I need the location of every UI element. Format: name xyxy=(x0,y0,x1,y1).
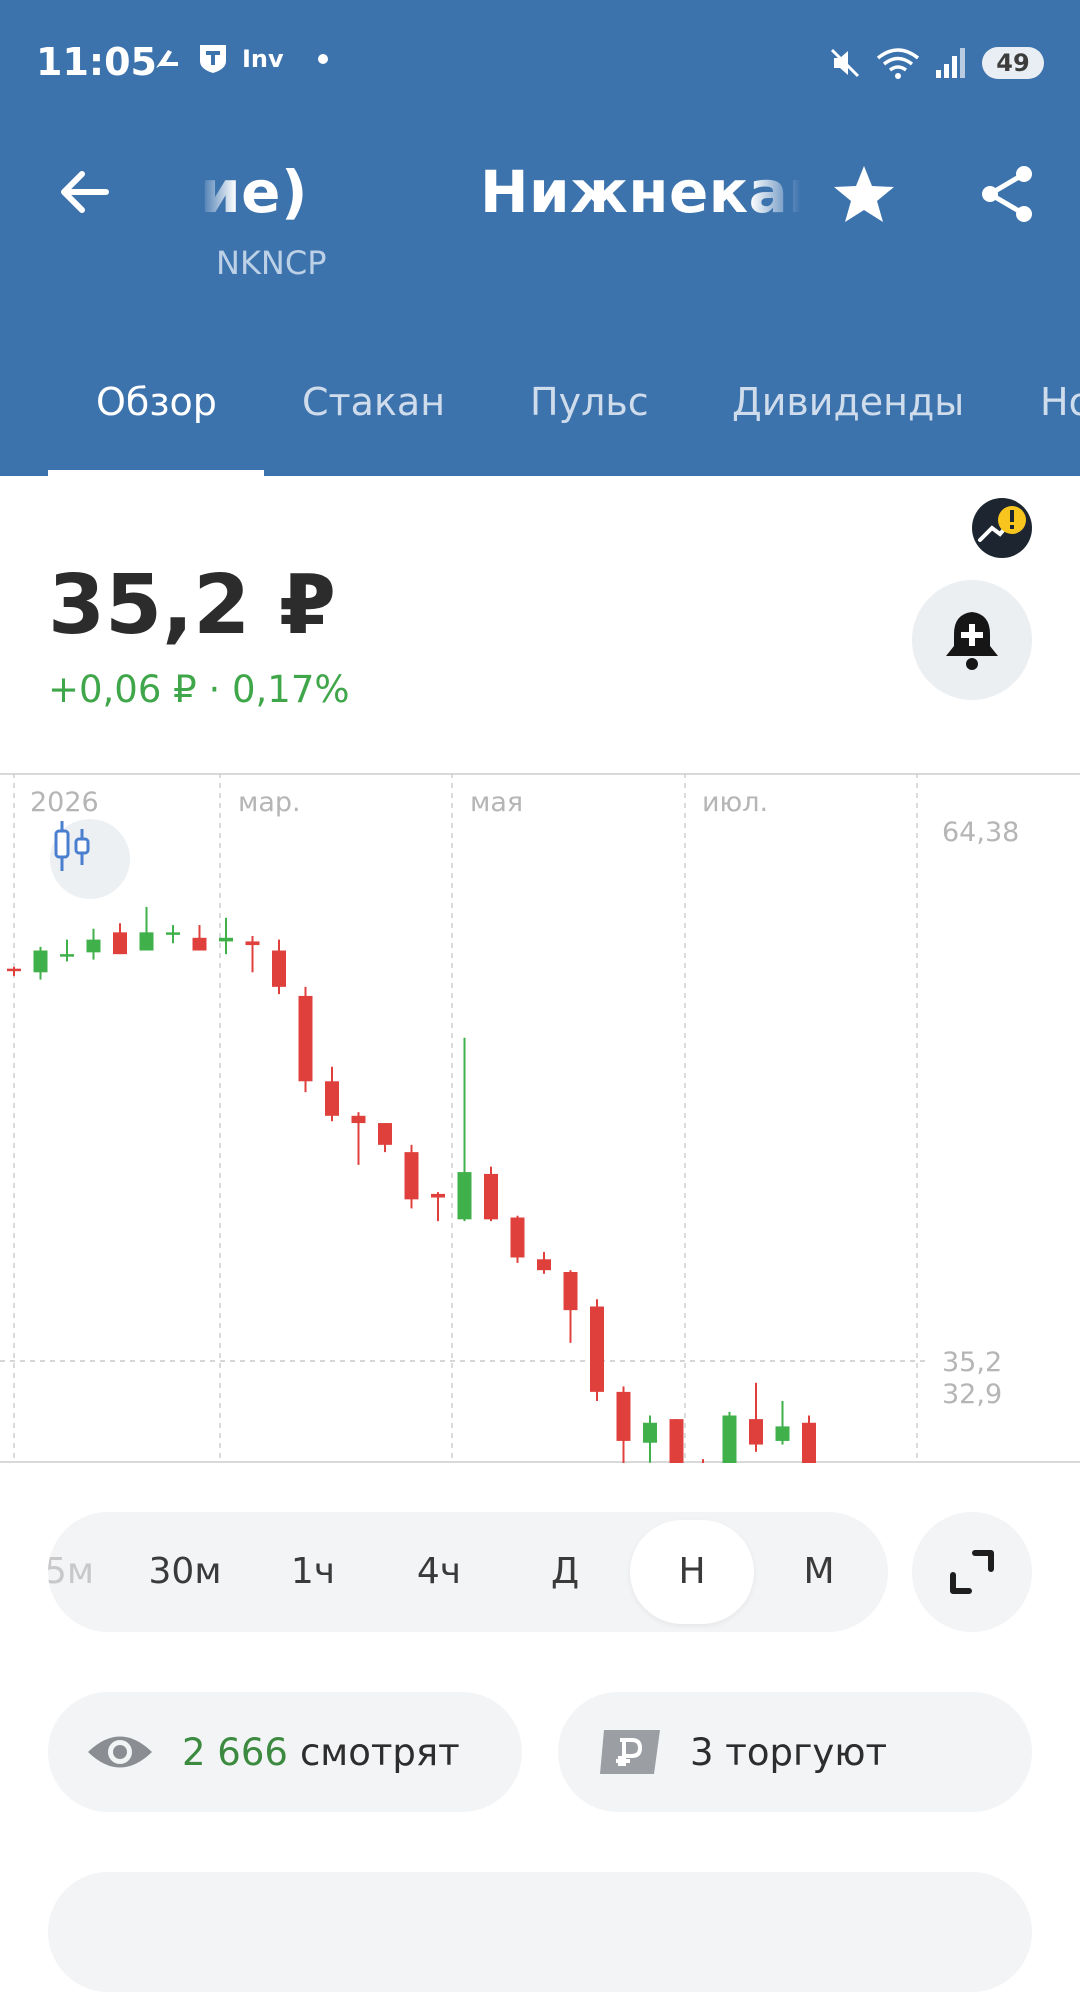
next-section-card xyxy=(48,1872,1032,1992)
star-icon xyxy=(834,166,894,222)
back-button[interactable] xyxy=(52,160,116,224)
period-1h[interactable]: 1ч xyxy=(258,1512,368,1632)
candle-body xyxy=(325,1081,339,1116)
arrow-left-icon xyxy=(61,171,109,213)
candle-body xyxy=(457,1172,472,1220)
x-tick-label: мая xyxy=(470,787,523,818)
candle-body xyxy=(245,941,260,946)
candle-body xyxy=(669,1419,684,1463)
candle-body xyxy=(7,968,21,972)
candle-body xyxy=(272,950,286,987)
bell-plus-icon xyxy=(946,612,998,670)
traders-card[interactable]: 3 торгуют xyxy=(558,1692,1032,1812)
candle-body xyxy=(298,995,313,1082)
watchers-label: смотрят xyxy=(299,1730,460,1774)
candle-body xyxy=(351,1115,366,1124)
inv-app-icon: Inv xyxy=(242,45,284,73)
candlestick-chart-svg: 2026 мар. мая июл. 64,38 35,232,9 xyxy=(0,773,1080,1463)
fullscreen-button[interactable] xyxy=(912,1512,1032,1632)
share-icon xyxy=(982,166,1032,222)
candle-body xyxy=(113,932,127,955)
ticker-label: NKNCP xyxy=(216,244,327,282)
tab-bar: Обзор Стакан Пульс Дивиденды Но xyxy=(0,380,1080,476)
status-notification-icons: Inv xyxy=(150,42,328,76)
candle-body xyxy=(590,1306,604,1392)
ruble-ticket-icon xyxy=(600,1730,660,1774)
x-tick-label: 2026 xyxy=(30,787,99,818)
share-button[interactable] xyxy=(976,162,1040,226)
x-tick-label: июл. xyxy=(702,787,768,818)
candle-body xyxy=(643,1422,657,1443)
candle-body xyxy=(431,1193,445,1198)
period-day[interactable]: Д xyxy=(510,1512,620,1632)
wifi-icon xyxy=(876,48,920,79)
candle-body xyxy=(537,1259,551,1271)
current-price: 35,2 ₽ xyxy=(48,558,336,653)
candle-body xyxy=(749,1419,763,1445)
candle-body xyxy=(219,937,233,942)
traders-label: 3 торгуют xyxy=(690,1730,888,1774)
watchers-count: 2 666 xyxy=(182,1730,288,1774)
app-header: 11:05 Inv 49 ие) Нижнек NKNCP Обзор Стак… xyxy=(0,0,1080,476)
risk-alert-badge[interactable] xyxy=(972,498,1032,558)
watchers-card[interactable]: 2 666 смотрят xyxy=(48,1692,522,1812)
eye-icon xyxy=(88,1736,152,1768)
pin-icon xyxy=(156,50,178,68)
candle-body xyxy=(192,937,207,951)
status-time: 11:05 xyxy=(36,40,157,84)
signal-icon xyxy=(936,48,965,78)
active-tab-indicator xyxy=(48,470,264,476)
candle-body xyxy=(775,1426,790,1441)
chart-type-button[interactable] xyxy=(50,819,130,899)
candle-body xyxy=(802,1422,816,1463)
tab-orderbook[interactable]: Стакан xyxy=(302,380,445,424)
candle-body xyxy=(139,932,154,951)
tab-pulse[interactable]: Пульс xyxy=(530,380,649,424)
candle-body xyxy=(166,932,180,935)
dot-icon xyxy=(317,54,328,64)
favorite-button[interactable] xyxy=(830,160,898,228)
status-system-icons: 49 xyxy=(828,46,1044,80)
candle-body xyxy=(33,950,48,973)
period-month[interactable]: М xyxy=(764,1512,874,1632)
period-4h[interactable]: 4ч xyxy=(384,1512,494,1632)
tab-overview[interactable]: Обзор xyxy=(96,380,217,424)
candle-body xyxy=(616,1391,631,1441)
battery-indicator: 49 xyxy=(982,47,1044,79)
price-chart[interactable]: 2026 мар. мая июл. 64,38 35,2 32,9 xyxy=(0,773,1080,1463)
candle-body xyxy=(484,1173,498,1220)
price-change: +0,06 ₽ · 0,17% xyxy=(48,668,350,711)
expand-icon xyxy=(950,1550,994,1594)
candle-body xyxy=(60,954,74,957)
candle-body xyxy=(86,939,101,953)
y-tick-label: 32,9 xyxy=(942,1379,1002,1410)
candles-icon xyxy=(54,821,90,871)
tab-news[interactable]: Но xyxy=(1040,380,1080,424)
x-tick-label: мар. xyxy=(238,787,301,818)
risk-chart-icon xyxy=(978,506,1026,542)
tab-dividends[interactable]: Дивиденды xyxy=(732,380,964,424)
period-week[interactable]: Н xyxy=(630,1520,754,1624)
candle-body xyxy=(722,1415,737,1463)
candle-body xyxy=(404,1152,419,1200)
period-selector: 5м 30м 1ч 4ч Д Н М xyxy=(48,1512,888,1632)
mute-icon xyxy=(830,48,860,78)
y-tick-label: 35,2 xyxy=(942,1347,1002,1378)
period-30m[interactable]: 30м xyxy=(130,1512,240,1632)
t-app-icon xyxy=(200,45,226,73)
instrument-title: ие) Нижнекам xyxy=(200,152,800,232)
candle-body xyxy=(378,1123,392,1145)
period-5m[interactable]: 5м xyxy=(48,1512,124,1632)
price-alert-button[interactable] xyxy=(912,580,1032,700)
candle-body xyxy=(510,1217,525,1258)
candle-body xyxy=(563,1272,578,1311)
y-tick-label: 64,38 xyxy=(942,817,1019,848)
